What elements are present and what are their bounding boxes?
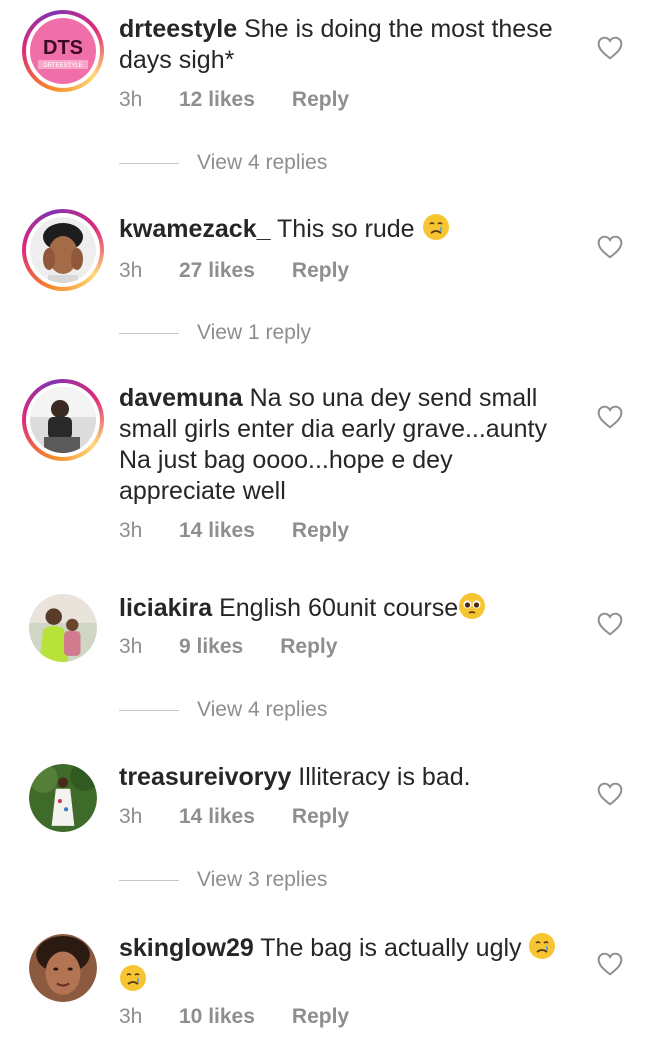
heart-outline-icon[interactable] [597,952,623,976]
comment-text: The bag is actually ugly [260,934,522,962]
heart-outline-icon[interactable] [597,782,623,806]
heart-outline-icon[interactable] [597,36,623,60]
comment-body: skinglow29 The bag is actually ugly [119,932,569,996]
username[interactable]: skinglow29 [119,934,254,962]
comment-body: liciakira English 60unit course [119,592,569,624]
avatar-story-ring[interactable] [22,209,104,291]
comment-body: drteestyle She is doing the most these d… [119,14,569,76]
svg-text:DRTEESTYLE: DRTEESTYLE [43,63,82,69]
likes-count[interactable]: 9 likes [179,635,243,659]
likes-count[interactable]: 14 likes [179,519,255,543]
view-replies[interactable]: View 3 replies [119,868,327,892]
timestamp: 3h [119,1005,143,1028]
svg-text:DTS: DTS [43,37,83,59]
divider-line [119,709,179,711]
likes-count[interactable]: 14 likes [179,805,255,829]
divider-line [119,332,179,334]
crying-face-emoji [120,965,146,991]
view-replies-label: View 1 reply [197,321,312,344]
likes-count[interactable]: 12 likes [179,88,255,112]
timestamp: 3h [119,88,143,111]
timestamp: 3h [119,805,143,828]
comment-meta: 3h 12 likes Reply [119,88,349,112]
comment-body: davemuna Na so una dey send small small … [119,383,569,507]
comment-body: kwamezack_ This so rude [119,213,569,245]
view-replies[interactable]: View 4 replies [119,151,327,175]
comment-meta: 3h 9 likes Reply [119,635,337,659]
avatar-story-ring[interactable]: DTS DRTEESTYLE [22,10,104,92]
comment-meta: 3h 14 likes Reply [119,519,349,543]
likes-count[interactable]: 27 likes [179,259,255,283]
reply-button[interactable]: Reply [292,259,349,283]
timestamp: 3h [119,259,143,282]
username[interactable]: kwamezack_ [119,215,271,243]
avatar-photo [29,594,97,662]
likes-count[interactable]: 10 likes [179,1005,255,1029]
username[interactable]: drteestyle [119,15,237,43]
reply-button[interactable]: Reply [292,519,349,543]
view-replies[interactable]: View 1 reply [119,321,311,345]
avatar-photo [29,934,97,1002]
username[interactable]: treasureivoryy [119,763,291,791]
avatar[interactable] [29,764,97,832]
comment-meta: 3h 14 likes Reply [119,805,349,829]
view-replies[interactable]: View 4 replies [119,698,327,722]
avatar [30,217,96,283]
timestamp: 3h [119,519,143,542]
comment-meta: 3h 10 likes Reply [119,1005,349,1029]
heart-outline-icon[interactable] [597,612,623,636]
avatar [30,387,96,453]
avatar[interactable] [29,594,97,662]
view-replies-label: View 4 replies [197,698,328,721]
reply-button[interactable]: Reply [292,1005,349,1029]
avatar[interactable] [29,934,97,1002]
reply-button[interactable]: Reply [292,805,349,829]
username[interactable]: davemuna [119,384,243,412]
divider-line [119,162,179,164]
view-replies-label: View 3 replies [197,868,328,891]
heart-outline-icon[interactable] [597,235,623,259]
timestamp: 3h [119,635,143,658]
divider-line [119,879,179,881]
view-replies-label: View 4 replies [197,151,328,174]
avatar: DTS DRTEESTYLE [30,18,96,84]
crying-face-emoji [529,933,556,959]
reply-button[interactable]: Reply [280,635,337,659]
username[interactable]: liciakira [119,594,212,622]
comment-text: English 60unit course [219,594,459,622]
crying-face-emoji [422,214,449,240]
avatar-story-ring[interactable] [22,379,104,461]
pleading-face-emoji [459,593,486,619]
comment-meta: 3h 27 likes Reply [119,259,349,283]
comment-text: This so rude [277,215,415,243]
heart-outline-icon[interactable] [597,405,623,429]
comment-text: Illiteracy is bad. [298,763,471,791]
avatar-photo [29,764,97,832]
reply-button[interactable]: Reply [292,88,349,112]
comment-body: treasureivoryy Illiteracy is bad. [119,762,569,793]
